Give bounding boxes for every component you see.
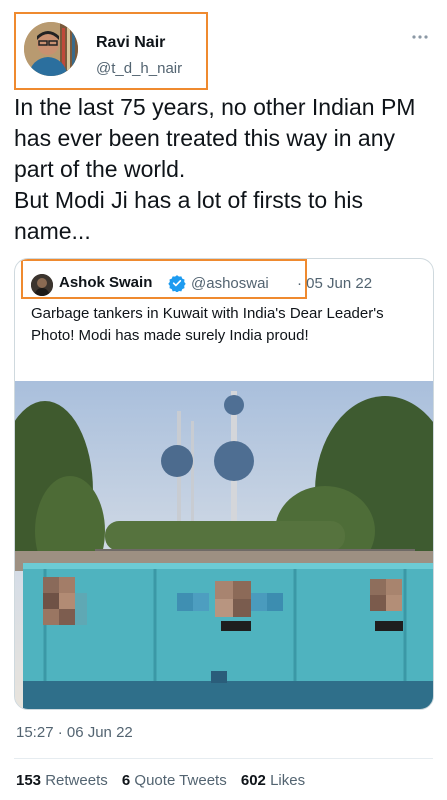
quote-tweets-count: 6 [121, 772, 131, 789]
retweets-count: 153 [16, 772, 42, 789]
likes-stat[interactable]: 602 Likes [241, 772, 305, 789]
quoted-author-avatar [31, 274, 53, 296]
likes-label: Likes [270, 772, 306, 789]
more-options-icon[interactable] [411, 34, 429, 40]
divider [14, 758, 433, 759]
tweet-text: In the last 75 years, no other Indian PM… [14, 94, 416, 244]
author-name[interactable]: Ravi Nair [96, 34, 165, 52]
quoted-tweet-card[interactable]: Ashok Swain @ashoswai · 05 Jun 22 Garbag… [14, 258, 434, 710]
author-highlight-box: Ravi Nair @t_d_h_nair [14, 12, 208, 90]
quoted-author-handle: @ashoswai [191, 275, 269, 292]
tweet: Ravi Nair @t_d_h_nair In the last 75 yea… [0, 0, 447, 800]
author-avatar[interactable] [24, 22, 78, 76]
retweets-label: Retweets [45, 772, 108, 789]
quoted-tweet-text: Garbage tankers in Kuwait with India's D… [31, 305, 384, 344]
quoted-tweet-date: · 05 Jun 22 [297, 275, 373, 292]
engagement-stats: 153 Retweets 6 Quote Tweets 602 Likes [16, 772, 315, 789]
quoted-tweet-photo[interactable] [15, 381, 433, 709]
quote-tweets-stat[interactable]: 6 Quote Tweets [122, 772, 231, 789]
author-handle[interactable]: @t_d_h_nair [96, 60, 182, 77]
quoted-author-name: Ashok Swain [59, 274, 153, 291]
tweet-timestamp[interactable]: 15:27 · 06 Jun 22 [16, 724, 133, 741]
retweets-stat[interactable]: 153 Retweets [16, 772, 112, 789]
verified-badge-icon [168, 275, 186, 292]
quote-tweets-label: Quote Tweets [134, 772, 227, 789]
likes-count: 602 [240, 772, 266, 789]
